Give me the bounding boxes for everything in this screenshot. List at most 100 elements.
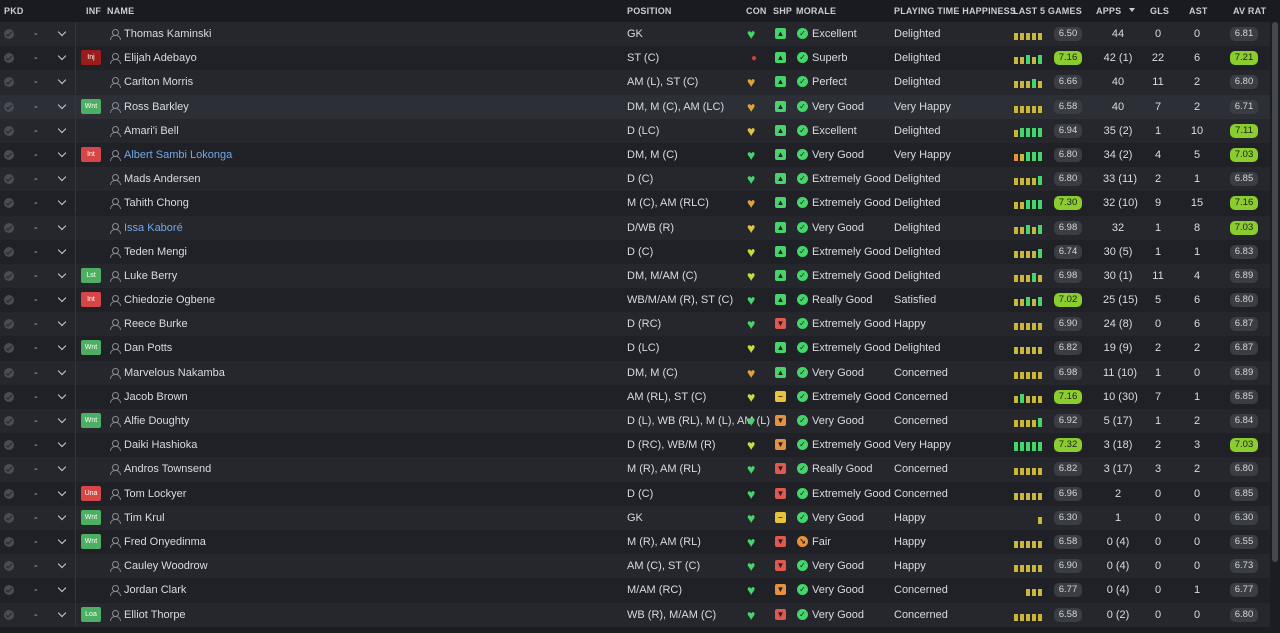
table-row[interactable]: - Una Tom Lockyer D (C) ♥ ▼ ✓ Extremely Good Con…	[0, 481, 1270, 506]
table-row[interactable]: - Wnt Fred Onyedinma M (R), AM (RL) ♥ ▼ ↘ Fair H…	[0, 529, 1270, 555]
info-badge[interactable]: Wnt	[81, 340, 101, 356]
col-morale[interactable]: MORALE	[796, 6, 836, 16]
table-row[interactable]: - Lst Luke Berry DM, M/AM (C) ♥ ▲ ✓ Extremely G…	[0, 263, 1270, 289]
chevron-down-icon[interactable]	[57, 124, 67, 133]
player-name[interactable]: Chiedozie Ogbene	[124, 294, 215, 306]
table-row[interactable]: - Cauley Woodrow AM (C), ST (C) ♥ ▼ ✓ Very Goo…	[0, 554, 1270, 579]
chevron-down-icon[interactable]	[57, 584, 67, 593]
pick-checkbox[interactable]	[4, 343, 14, 354]
col-shp[interactable]: SHP	[773, 6, 792, 16]
player-name[interactable]: Thomas Kaminski	[124, 28, 211, 40]
pick-checkbox[interactable]	[4, 29, 14, 39]
pick-checkbox[interactable]	[4, 174, 14, 185]
table-row[interactable]: - Tahith Chong M (C), AM (RLC) ♥ ▲ ✓ Extremely…	[0, 191, 1270, 216]
player-name[interactable]: Tom Lockyer	[124, 488, 186, 500]
chevron-down-icon[interactable]	[57, 76, 67, 85]
col-last5[interactable]: LAST 5 GAMES	[1013, 6, 1082, 16]
chevron-down-icon[interactable]	[57, 438, 67, 448]
table-row[interactable]: - Daiki Hashioka D (RC), WB/M (R) ♥ ▼ ✓ Extrem…	[0, 433, 1270, 458]
pick-checkbox[interactable]	[4, 270, 14, 281]
table-row[interactable]: - Jacob Brown AM (RL), ST (C) ♥ – ✓ Extremely …	[0, 384, 1270, 409]
pick-checkbox[interactable]	[4, 77, 14, 88]
player-name[interactable]: Teden Mengi	[124, 246, 187, 258]
player-name[interactable]: Jacob Brown	[124, 391, 188, 403]
chevron-down-icon[interactable]	[57, 608, 67, 617]
col-position[interactable]: POSITION	[627, 6, 672, 16]
chevron-down-icon[interactable]	[57, 245, 67, 254]
info-badge[interactable]: Wnt	[81, 509, 101, 525]
pick-checkbox[interactable]	[4, 53, 14, 64]
table-row[interactable]: - Andros Townsend M (R), AM (RL) ♥ ▼ ✓ Really …	[0, 457, 1270, 482]
player-name[interactable]: Reece Burke	[124, 318, 188, 330]
col-ast[interactable]: AST	[1189, 6, 1208, 16]
player-name[interactable]: Fred Onyedinma	[124, 536, 206, 548]
chevron-down-icon[interactable]	[57, 148, 67, 158]
pick-checkbox[interactable]	[4, 246, 14, 257]
pick-checkbox[interactable]	[4, 198, 14, 209]
col-gls[interactable]: GLS	[1150, 6, 1169, 16]
player-name[interactable]: Marvelous Nakamba	[124, 367, 225, 379]
pick-checkbox[interactable]	[4, 367, 14, 378]
table-row[interactable]: - Int Albert Sambi Lokonga DM, M (C) ♥ ▲ ✓ Very…	[0, 142, 1270, 168]
player-name[interactable]: Elijah Adebayo	[124, 52, 197, 64]
col-apps[interactable]: APPS	[1096, 6, 1121, 16]
table-row[interactable]: - Issa Kaboré D/WB (R) ♥ ▲ ✓ Very Good Delighte…	[0, 215, 1270, 240]
pick-checkbox[interactable]	[4, 295, 14, 306]
pick-checkbox[interactable]	[4, 319, 14, 330]
pick-checkbox[interactable]	[4, 222, 14, 233]
player-name[interactable]: Albert Sambi Lokonga	[124, 149, 232, 161]
sort-desc-icon[interactable]	[1129, 8, 1135, 12]
table-row[interactable]: - Inj Elijah Adebayo ST (C) ● ▲ ✓ Superb Delight…	[0, 46, 1270, 71]
info-badge[interactable]: Inj	[81, 50, 101, 66]
chevron-down-icon[interactable]	[57, 269, 67, 279]
player-name[interactable]: Tahith Chong	[124, 197, 189, 209]
pick-checkbox[interactable]	[4, 464, 14, 475]
table-row[interactable]: - Reece Burke D (RC) ♥ ▼ ✓ Extremely Good Happy…	[0, 312, 1270, 337]
info-badge[interactable]: Una	[81, 485, 101, 501]
player-name[interactable]: Issa Kaboré	[124, 222, 183, 234]
table-row[interactable]: - Wnt Ross Barkley DM, M (C), AM (LC) ♥ ▲ ✓ Ver…	[0, 94, 1270, 119]
chevron-down-icon[interactable]	[57, 100, 67, 109]
col-inf[interactable]: INF	[86, 6, 101, 16]
pick-checkbox[interactable]	[4, 488, 14, 499]
info-badge[interactable]: Wnt	[81, 98, 101, 114]
vertical-scrollbar[interactable]	[1272, 22, 1278, 562]
table-row[interactable]: - Carlton Morris AM (L), ST (C) ♥ ▲ ✓ Perfect D…	[0, 70, 1270, 95]
chevron-down-icon[interactable]	[57, 487, 67, 496]
chevron-down-icon[interactable]	[57, 414, 67, 424]
col-pkd[interactable]: PKD	[4, 6, 24, 16]
info-badge[interactable]: Int	[81, 146, 101, 162]
col-pth[interactable]: PLAYING TIME HAPPINESS	[894, 6, 1016, 16]
col-name[interactable]: NAME	[107, 6, 134, 16]
chevron-down-icon[interactable]	[57, 172, 67, 182]
chevron-down-icon[interactable]	[57, 511, 67, 520]
info-badge[interactable]: Wnt	[81, 413, 101, 428]
pick-checkbox[interactable]	[4, 561, 14, 572]
chevron-down-icon[interactable]	[57, 197, 67, 206]
table-row[interactable]: - Wnt Dan Potts D (LC) ♥ ▲ ✓ Extremely Good Deli…	[0, 336, 1270, 361]
player-name[interactable]: Andros Townsend	[124, 463, 211, 475]
info-badge[interactable]: Int	[81, 292, 101, 308]
player-name[interactable]: Carlton Morris	[124, 76, 193, 88]
player-name[interactable]: Daiki Hashioka	[124, 439, 197, 451]
table-row[interactable]: - Loa Elliot Thorpe WB (R), M/AM (C) ♥ ▼ ✓ Very…	[0, 602, 1270, 627]
pick-checkbox[interactable]	[4, 440, 14, 451]
chevron-down-icon[interactable]	[57, 390, 67, 400]
player-name[interactable]: Tim Krul	[124, 512, 165, 524]
chevron-down-icon[interactable]	[57, 342, 67, 351]
info-badge[interactable]: Wnt	[81, 533, 101, 549]
col-avrat[interactable]: AV RAT	[1233, 6, 1266, 16]
pick-checkbox[interactable]	[4, 585, 14, 596]
player-name[interactable]: Mads Andersen	[124, 173, 200, 185]
pick-checkbox[interactable]	[4, 416, 14, 426]
table-row[interactable]: - Teden Mengi D (C) ♥ ▲ ✓ Extremely Good Deligh…	[0, 239, 1270, 264]
chevron-down-icon[interactable]	[57, 27, 67, 37]
chevron-down-icon[interactable]	[57, 51, 67, 61]
col-con[interactable]: CON	[746, 6, 767, 16]
player-name[interactable]: Elliot Thorpe	[124, 609, 186, 621]
player-name[interactable]: Cauley Woodrow	[124, 560, 208, 572]
chevron-down-icon[interactable]	[57, 366, 67, 375]
pick-checkbox[interactable]	[4, 101, 14, 112]
table-row[interactable]: - Jordan Clark M/AM (RC) ♥ ▼ ✓ Very Good Concer…	[0, 578, 1270, 603]
chevron-down-icon[interactable]	[57, 463, 67, 472]
